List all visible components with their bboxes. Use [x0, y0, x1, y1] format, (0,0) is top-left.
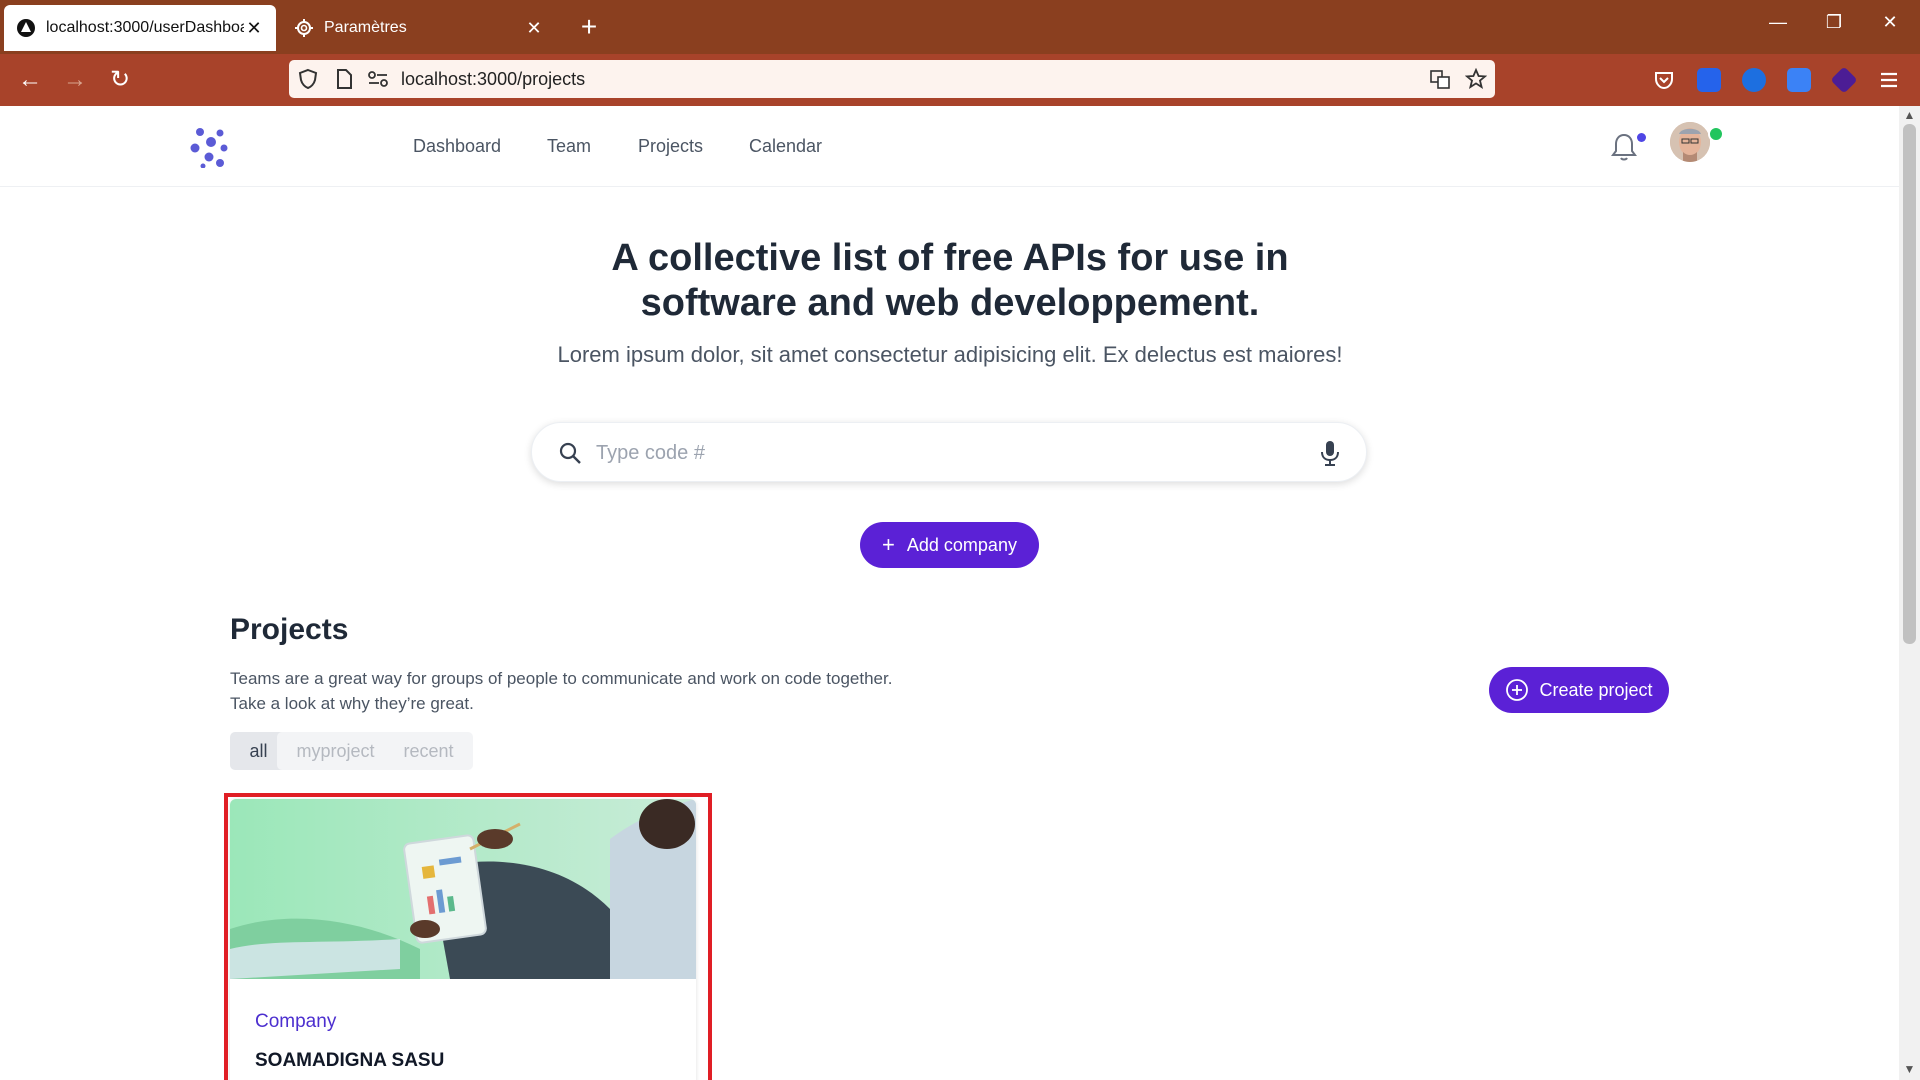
reload-icon[interactable]: ↻ — [104, 64, 136, 96]
browser-nav-bar: ← → ↻ localhost:3000/projects — [0, 54, 1920, 106]
mic-icon[interactable] — [1318, 439, 1342, 467]
menu-icon[interactable] — [1877, 68, 1901, 92]
close-window-icon[interactable]: ✕ — [1870, 12, 1910, 33]
projects-description-line-2: Take a look at why they’re great. — [230, 694, 474, 713]
projects-heading: Projects — [230, 613, 349, 646]
nav-link-team[interactable]: Team — [547, 136, 591, 157]
card-highlight-frame — [224, 793, 712, 1080]
tab-parametres[interactable]: Paramètres ✕ — [282, 5, 556, 51]
search-input[interactable] — [594, 435, 1278, 471]
create-project-button[interactable]: Create project — [1489, 667, 1669, 713]
search-icon — [559, 442, 581, 464]
site-favicon-icon — [17, 19, 35, 37]
restore-icon[interactable]: ❐ — [1814, 12, 1854, 33]
tab-title: localhost:3000/userDashboard — [46, 19, 244, 36]
browser-tab-bar: localhost:3000/userDashboard ✕ Paramètre… — [0, 0, 1920, 54]
add-company-button[interactable]: + Add company — [860, 522, 1039, 568]
back-arrow-icon[interactable]: ← — [14, 64, 46, 96]
hero-subtitle: Lorem ipsum dolor, sit amet consectetur … — [557, 342, 1343, 367]
hero-title: A collective list of free APIs for use i… — [550, 236, 1350, 326]
star-icon[interactable] — [1465, 68, 1487, 90]
page-icon[interactable] — [333, 68, 355, 90]
hero-title-line-2: software and web developpement. — [640, 282, 1260, 324]
plus-circle-icon — [1506, 679, 1529, 701]
address-bar[interactable]: localhost:3000/projects — [289, 60, 1495, 98]
minimize-icon[interactable]: — — [1758, 12, 1798, 33]
gear-icon — [295, 19, 313, 37]
extension-translate-icon[interactable] — [1787, 68, 1811, 92]
translate-icon[interactable] — [1429, 68, 1451, 90]
avatar[interactable] — [1670, 122, 1710, 162]
plus-icon: + — [882, 532, 895, 557]
avatar-image — [1670, 122, 1710, 162]
nav-link-dashboard[interactable]: Dashboard — [413, 136, 501, 157]
add-company-label: Add company — [906, 534, 1017, 555]
hero-title-line-1: A collective list of free APIs for use i… — [611, 237, 1289, 279]
url-text: localhost:3000/projects — [401, 69, 586, 89]
online-status-dot — [1708, 126, 1724, 142]
permissions-icon[interactable] — [367, 68, 389, 90]
nav-link-projects[interactable]: Projects — [638, 136, 703, 157]
nav-link-calendar[interactable]: Calendar — [749, 136, 822, 157]
extension-1-icon[interactable] — [1697, 68, 1721, 92]
search-bar — [531, 422, 1367, 482]
create-project-label: Create project — [1539, 679, 1653, 700]
close-tab-icon[interactable]: ✕ — [244, 18, 264, 39]
extension-2-icon[interactable] — [1742, 68, 1766, 92]
tab-user-dashboard[interactable]: localhost:3000/userDashboard ✕ — [4, 5, 276, 51]
app-header: Dashboard Team Projects Calendar — [0, 106, 1899, 187]
extension-3-icon[interactable] — [1830, 66, 1858, 94]
pocket-icon[interactable] — [1652, 68, 1676, 92]
app-logo-icon[interactable] — [190, 126, 232, 168]
projects-description: Teams are a great way for groups of peop… — [230, 666, 892, 716]
scroll-thumb[interactable] — [1903, 124, 1916, 644]
filter-recent[interactable]: recent — [384, 732, 473, 770]
scroll-up-icon[interactable]: ▲ — [1902, 108, 1917, 122]
new-tab-button[interactable]: + — [574, 10, 604, 44]
filter-myproject[interactable]: myproject — [277, 732, 394, 770]
close-tab-icon[interactable]: ✕ — [524, 18, 544, 39]
projects-description-line-1: Teams are a great way for groups of peop… — [230, 669, 893, 688]
page-viewport: Dashboard Team Projects Calendar A colle… — [0, 106, 1899, 1080]
bell-icon[interactable] — [1610, 132, 1638, 162]
page-scrollbar[interactable]: ▲ ▼ — [1899, 106, 1920, 1080]
forward-arrow-icon[interactable]: → — [59, 64, 91, 96]
notification-dot — [1637, 133, 1646, 142]
shield-icon[interactable] — [297, 68, 319, 90]
scroll-down-icon[interactable]: ▼ — [1902, 1062, 1917, 1076]
tab-title: Paramètres — [324, 19, 407, 36]
